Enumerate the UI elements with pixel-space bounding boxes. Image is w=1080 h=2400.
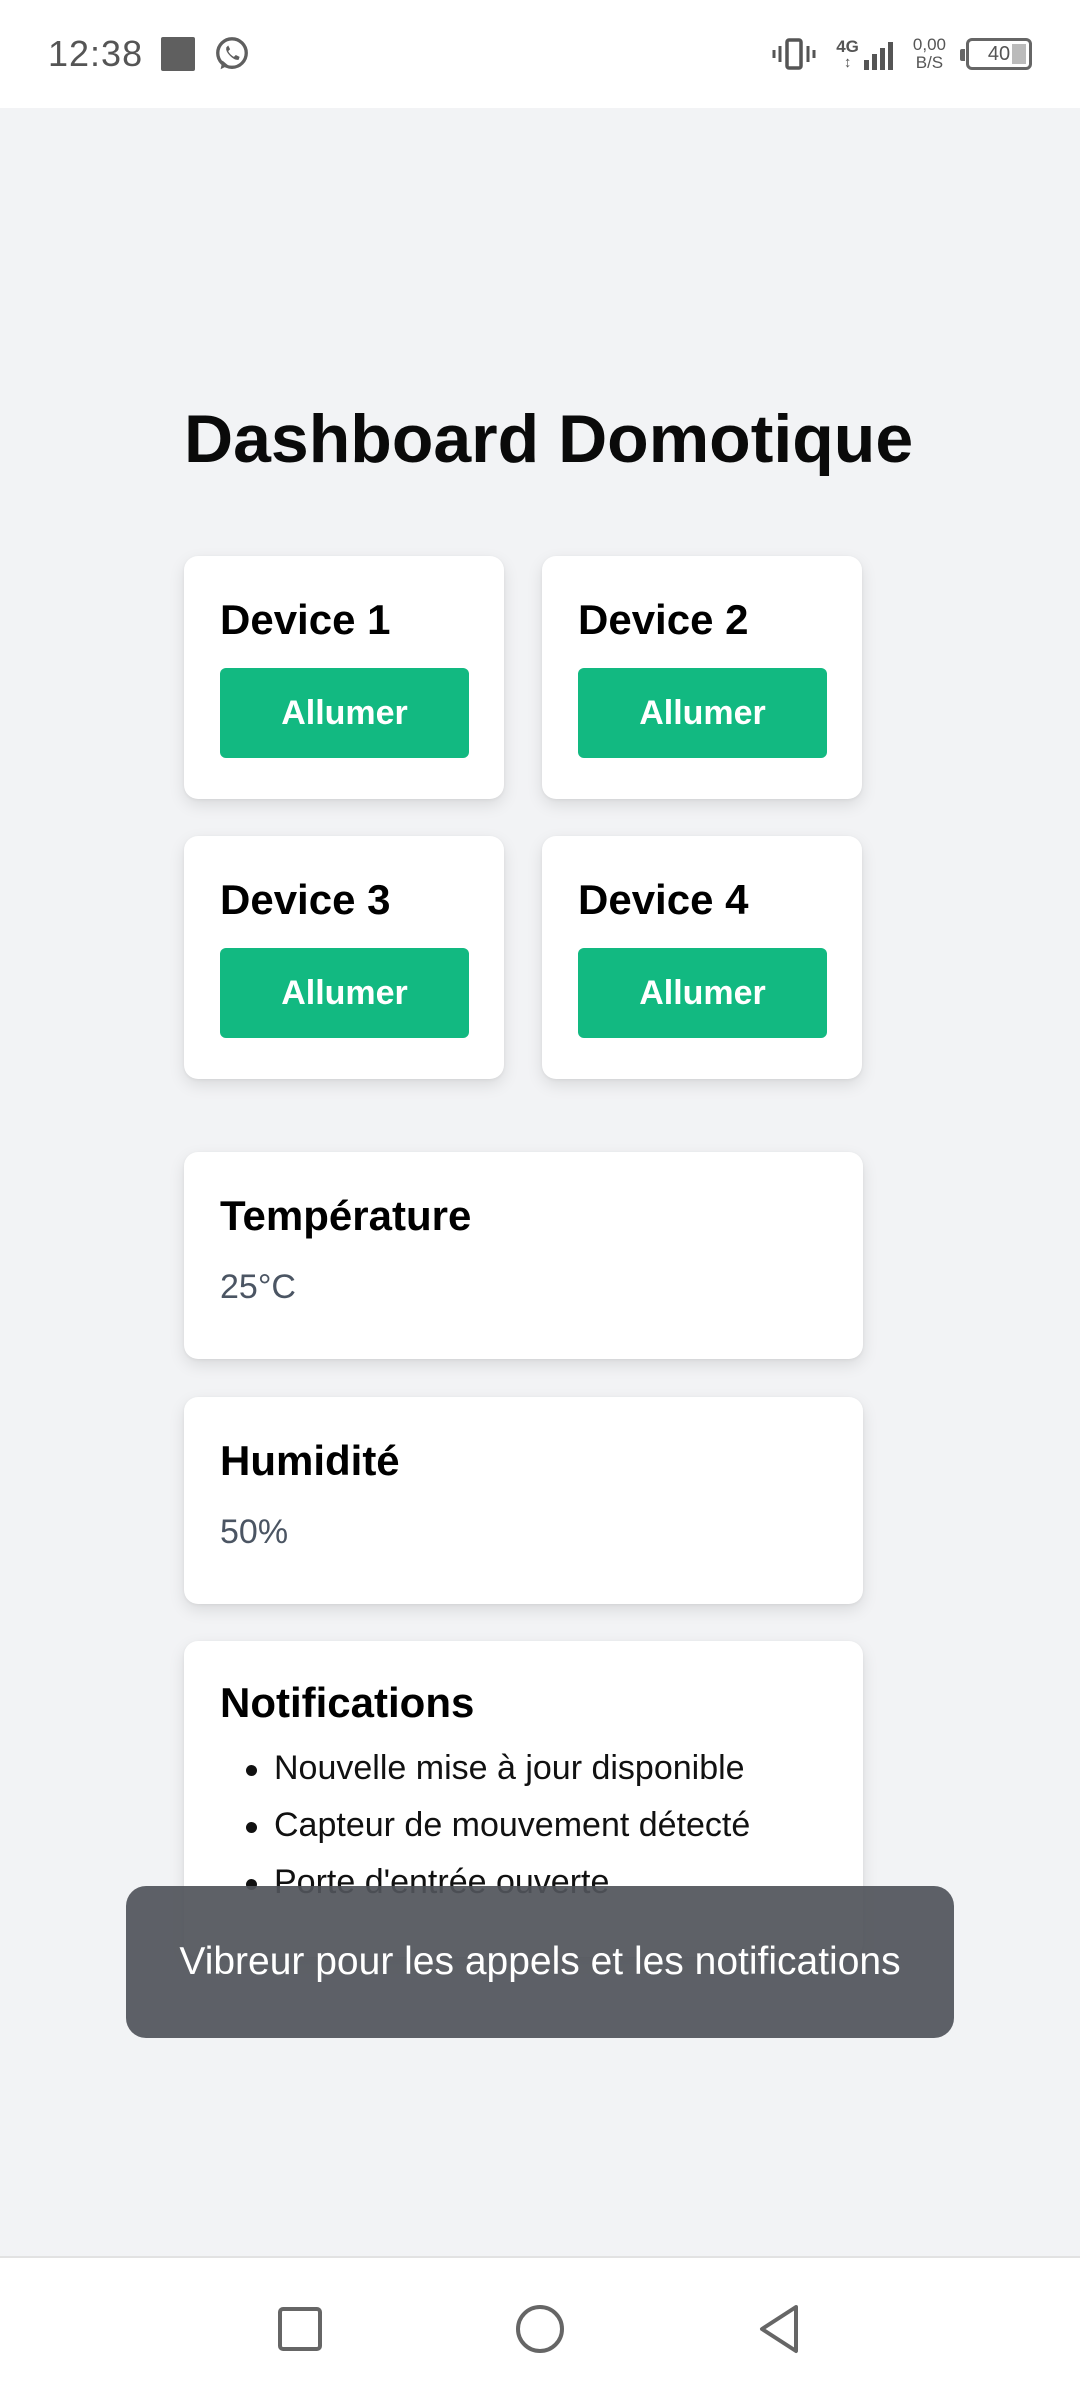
network-type: 4G ↕ bbox=[836, 37, 859, 71]
whatsapp-icon bbox=[216, 37, 249, 70]
vibrate-icon bbox=[772, 38, 816, 70]
device-name: Device 3 bbox=[220, 876, 391, 923]
status-bar-left: 12:38 bbox=[48, 33, 251, 75]
recents-button[interactable] bbox=[270, 2299, 330, 2359]
back-button[interactable] bbox=[750, 2299, 810, 2359]
temperature-card: Température 25°C bbox=[184, 1152, 863, 1359]
device-card-2: Device 2 Allumer bbox=[542, 556, 862, 799]
list-item: Nouvelle mise à jour disponible bbox=[220, 1749, 827, 1788]
clock: 12:38 bbox=[48, 33, 144, 74]
device-name: Device 4 bbox=[578, 876, 749, 923]
temperature-title: Température bbox=[220, 1192, 472, 1239]
device-card-1: Device 1 Allumer bbox=[184, 556, 504, 799]
signal-group: 4G ↕ bbox=[836, 38, 893, 70]
navigation-bar bbox=[0, 2256, 1080, 2400]
square-icon bbox=[278, 2307, 322, 2351]
temperature-value: 25°C bbox=[220, 1268, 296, 1306]
battery-level: 40 bbox=[987, 42, 1011, 65]
device-name: Device 1 bbox=[220, 596, 391, 643]
signal-icon bbox=[863, 42, 893, 70]
notifications-title: Notifications bbox=[220, 1679, 475, 1726]
device-card-4: Device 4 Allumer bbox=[542, 836, 862, 1079]
device-4-on-button[interactable]: Allumer bbox=[578, 948, 827, 1038]
home-button[interactable] bbox=[510, 2299, 570, 2359]
notification-square-icon bbox=[161, 37, 196, 71]
notifications-list: Nouvelle mise à jour disponible Capteur … bbox=[220, 1749, 827, 1902]
toast-message: Vibreur pour les appels et les notificat… bbox=[126, 1886, 954, 2038]
device-name: Device 2 bbox=[578, 596, 749, 643]
humidity-value: 50% bbox=[220, 1513, 289, 1551]
device-2-on-button[interactable]: Allumer bbox=[578, 668, 827, 758]
list-item: Capteur de mouvement détecté bbox=[220, 1806, 827, 1845]
device-1-on-button[interactable]: Allumer bbox=[220, 668, 469, 758]
circle-icon bbox=[516, 2305, 564, 2353]
status-bar: 12:38 4G ↕ 0,00 B/S 40 bbox=[0, 0, 1080, 108]
device-3-on-button[interactable]: Allumer bbox=[220, 948, 469, 1038]
status-bar-right: 4G ↕ 0,00 B/S 40 bbox=[772, 36, 1032, 72]
page-title: Dashboard Domotique bbox=[184, 401, 914, 477]
back-triangle-icon bbox=[760, 2305, 798, 2353]
network-speed: 0,00 B/S bbox=[912, 35, 946, 72]
humidity-title: Humidité bbox=[220, 1437, 400, 1484]
humidity-card: Humidité 50% bbox=[184, 1397, 863, 1604]
device-card-3: Device 3 Allumer bbox=[184, 836, 504, 1079]
battery-icon: 40 bbox=[960, 38, 1032, 70]
